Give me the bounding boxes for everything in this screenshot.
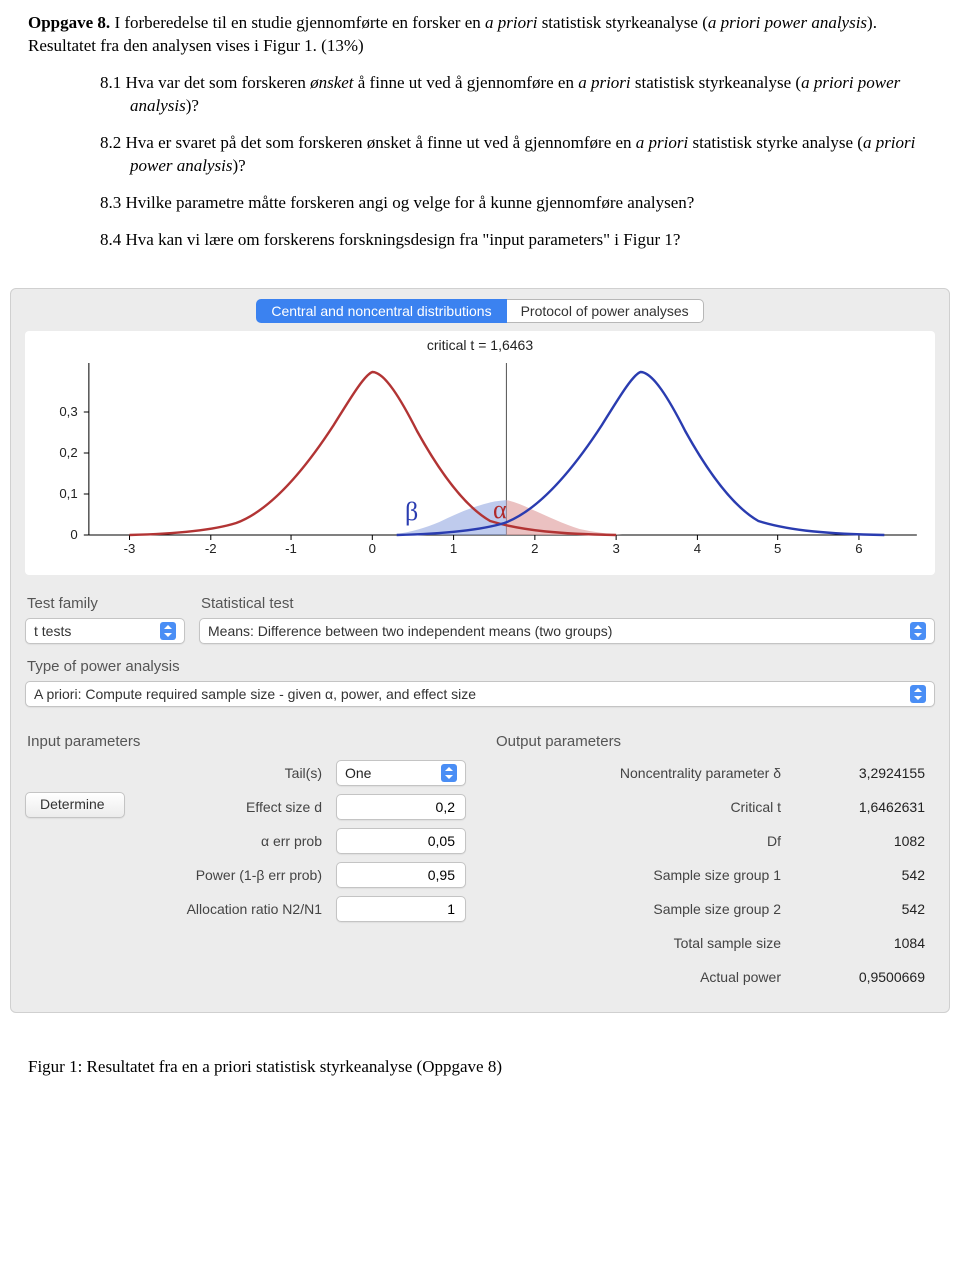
label-tails: Tail(s) <box>135 765 336 781</box>
label-ncp: Noncentrality parameter δ <box>494 765 795 781</box>
select-statistical-test[interactable]: Means: Difference between two independen… <box>199 618 935 644</box>
svg-text:0,1: 0,1 <box>59 486 77 501</box>
svg-text:3: 3 <box>612 541 619 556</box>
question-8-4: 8.4 Hva kan vi lære om forskerens forskn… <box>100 229 924 252</box>
label-effect-size: Effect size d <box>135 799 336 815</box>
svg-text:0,2: 0,2 <box>59 445 77 460</box>
label-type-of-power-analysis: Type of power analysis <box>27 658 935 675</box>
svg-text:5: 5 <box>774 541 781 556</box>
chart-svg: 0 0,1 0,2 0,3 -3 -2 -1 0 1 <box>33 355 927 560</box>
svg-text:-1: -1 <box>285 541 297 556</box>
beta-symbol: β <box>405 497 418 527</box>
label-output-parameters: Output parameters <box>496 733 935 750</box>
chevron-updown-icon <box>910 685 926 703</box>
label-n2: Sample size group 2 <box>494 901 795 917</box>
label-ntotal: Total sample size <box>494 935 795 951</box>
value-df: 1082 <box>795 833 935 849</box>
label-allocation-ratio: Allocation ratio N2/N1 <box>135 901 336 917</box>
determine-button[interactable]: Determine <box>25 792 125 818</box>
chevron-updown-icon <box>441 764 457 782</box>
label-actual-power: Actual power <box>494 969 795 985</box>
critical-t-label: critical t = 1,6463 <box>33 337 927 353</box>
input-alpha-err[interactable] <box>336 828 466 854</box>
gpower-panel: Central and noncentral distributions Pro… <box>10 288 950 1013</box>
tab-bar: Central and noncentral distributions Pro… <box>25 299 935 323</box>
select-test-family[interactable]: t tests <box>25 618 185 644</box>
svg-text:0,3: 0,3 <box>59 404 77 419</box>
label-alpha-err: α err prob <box>135 833 336 849</box>
task-heading: Oppgave 8. <box>28 13 110 32</box>
figure-caption: Figur 1: Resultatet fra en a priori stat… <box>28 1057 932 1077</box>
distribution-chart: critical t = 1,6463 0 0,1 0,2 <box>25 331 935 575</box>
value-critical-t: 1,6462631 <box>795 799 935 815</box>
svg-text:-2: -2 <box>205 541 217 556</box>
input-effect-size[interactable] <box>336 794 466 820</box>
label-critical-t: Critical t <box>494 799 795 815</box>
svg-text:-3: -3 <box>124 541 136 556</box>
label-power: Power (1-β err prob) <box>135 867 336 883</box>
svg-text:0: 0 <box>369 541 376 556</box>
question-8-3: 8.3 Hvilke parametre måtte forskeren ang… <box>100 192 924 215</box>
value-n1: 542 <box>795 867 935 883</box>
label-test-family: Test family <box>27 595 185 612</box>
question-8-1: 8.1 Hva var det som forskeren ønsket å f… <box>100 72 924 118</box>
svg-text:1: 1 <box>450 541 457 556</box>
chevron-updown-icon <box>160 622 176 640</box>
label-n1: Sample size group 1 <box>494 867 795 883</box>
tab-central-noncentral[interactable]: Central and noncentral distributions <box>256 299 506 323</box>
tab-protocol[interactable]: Protocol of power analyses <box>507 299 704 323</box>
value-ntotal: 1084 <box>795 935 935 951</box>
svg-text:0: 0 <box>70 527 77 542</box>
label-df: Df <box>494 833 795 849</box>
select-analysis-type[interactable]: A priori: Compute required sample size -… <box>25 681 935 707</box>
value-n2: 542 <box>795 901 935 917</box>
h0-curve <box>130 372 617 535</box>
chevron-updown-icon <box>910 622 926 640</box>
value-actual-power: 0,9500669 <box>795 969 935 985</box>
label-statistical-test: Statistical test <box>201 595 935 612</box>
input-power[interactable] <box>336 862 466 888</box>
svg-text:6: 6 <box>855 541 862 556</box>
svg-text:4: 4 <box>694 541 701 556</box>
select-tails[interactable]: One <box>336 760 466 786</box>
label-input-parameters: Input parameters <box>27 733 466 750</box>
input-allocation-ratio[interactable] <box>336 896 466 922</box>
alpha-symbol: α <box>493 495 507 525</box>
value-ncp: 3,2924155 <box>795 765 935 781</box>
svg-text:2: 2 <box>531 541 538 556</box>
task-intro: Oppgave 8. I forberedelse til en studie … <box>28 12 932 58</box>
question-8-2: 8.2 Hva er svaret på det som forskeren ø… <box>100 132 924 178</box>
